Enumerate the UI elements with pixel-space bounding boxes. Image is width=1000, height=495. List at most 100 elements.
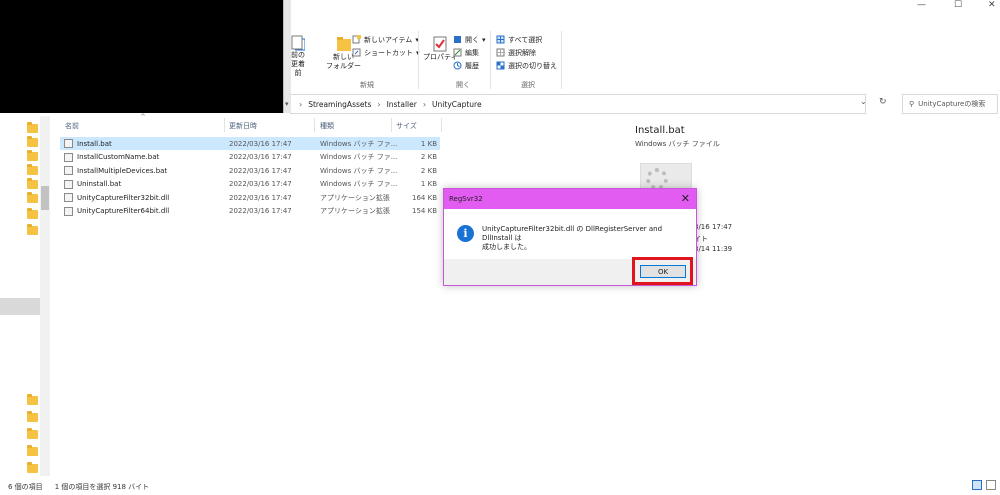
address-bar[interactable]: › StreamingAssets › Installer › UnityCap…	[290, 94, 866, 114]
file-date: 2022/03/16 17:47	[229, 180, 292, 188]
folder-icon[interactable]	[27, 428, 38, 439]
new-items-group: 新しいアイテム▾ ショートカット▾	[352, 33, 420, 59]
overlay-window-border	[283, 0, 291, 113]
breadcrumb-separator: ›	[299, 99, 303, 109]
folder-icon[interactable]	[27, 164, 38, 175]
nav-scrollbar[interactable]	[40, 116, 50, 476]
file-size: 2 KB	[420, 153, 437, 161]
open-group-label: 開く	[456, 81, 470, 89]
folder-icon[interactable]	[27, 192, 38, 203]
open-icon	[454, 36, 461, 43]
nav-scrollbar-thumb[interactable]	[41, 186, 49, 210]
folder-icon[interactable]	[27, 208, 38, 219]
edit-button[interactable]: 編集	[453, 46, 486, 59]
column-divider[interactable]	[314, 118, 315, 132]
preview-detail: 3/14 11:39	[694, 245, 733, 253]
shortcut-button[interactable]: ショートカット▾	[352, 46, 420, 59]
folder-icon[interactable]	[27, 445, 38, 456]
ribbon-divider	[561, 31, 562, 89]
address-dropdown-icon[interactable]: ⌄	[860, 97, 867, 106]
nav-selected-item[interactable]	[0, 298, 40, 315]
select-none-icon	[496, 48, 505, 57]
invert-selection-button[interactable]: 選択の切り替え	[496, 59, 557, 72]
select-none-button[interactable]: 選択解除	[496, 46, 557, 59]
breadcrumb-separator: ›	[422, 99, 427, 109]
new-item-icon	[352, 35, 361, 44]
select-group-label: 選択	[521, 81, 535, 89]
breadcrumb-installer[interactable]: Installer	[387, 100, 417, 109]
file-type: アプリケーション拡張	[320, 207, 390, 215]
folder-icon[interactable]	[27, 150, 38, 161]
search-box[interactable]: ⚲ UnityCaptureの検索	[902, 94, 998, 114]
status-bar: 6 個の項目 1 個の項目を選択 918 バイト	[0, 478, 1000, 495]
file-name: Uninstall.bat	[77, 180, 122, 188]
folder-icon[interactable]	[27, 224, 38, 235]
search-input[interactable]: UnityCaptureの検索	[918, 99, 985, 109]
history-icon	[453, 61, 462, 70]
file-icon	[64, 166, 73, 175]
file-date: 2022/03/16 17:47	[229, 193, 292, 202]
ribbon-divider	[490, 31, 491, 89]
file-row[interactable]: InstallMultipleDevices.bat 2022/03/16 17:…	[60, 164, 440, 177]
file-name: Install.bat	[77, 139, 112, 148]
edit-icon	[453, 48, 462, 57]
dialog-message: UnityCaptureFilter32bit.dll の DllRegiste…	[482, 225, 663, 251]
select-group: すべて選択 選択解除 選択の切り替え	[496, 33, 557, 72]
selection-info: 1 個の項目を選択 918 バイト	[54, 482, 150, 491]
folder-icon[interactable]	[27, 411, 38, 422]
folder-icon[interactable]	[27, 136, 38, 147]
file-type: Windows バッチ ファ...	[320, 153, 398, 161]
invert-selection-icon	[496, 61, 505, 70]
sort-up-icon: ^	[140, 113, 146, 121]
folder-icon[interactable]	[27, 462, 38, 473]
column-header-size[interactable]: サイズ	[396, 121, 417, 131]
ribbon: コ 剣 前の 更着 前 新しい フォルダー 新しいアイテム▾ ショートカット▾ …	[283, 25, 1000, 91]
item-count: 6 個の項目	[8, 482, 43, 491]
dialog-body: i UnityCaptureFilter32bit.dll の DllRegis…	[444, 209, 696, 259]
column-divider[interactable]	[391, 118, 392, 132]
file-size: 1 KB	[420, 139, 437, 148]
column-divider[interactable]	[441, 118, 442, 132]
close-icon[interactable]: ✕	[681, 192, 690, 205]
refresh-icon[interactable]: ↻	[879, 97, 887, 107]
file-size: 164 KB	[412, 193, 437, 202]
open-button[interactable]: 開く ▾	[453, 33, 486, 46]
file-row[interactable]: Uninstall.bat 2022/03/16 17:47 Windows バッチ…	[60, 178, 440, 191]
file-type: Windows バッチ ファ...	[320, 139, 398, 148]
file-row[interactable]: UnityCaptureFilter64bit.dll 2022/03/16 17…	[60, 205, 440, 218]
select-all-button[interactable]: すべて選択	[496, 33, 557, 46]
new-item-button[interactable]: 新しいアイテム▾	[352, 33, 420, 46]
close-window-button[interactable]: ✕	[988, 0, 996, 10]
folder-icon[interactable]	[27, 178, 38, 189]
dialog-title-bar[interactable]: RegSvr32 ✕	[444, 189, 696, 209]
history-button[interactable]: 履歴	[453, 59, 486, 72]
folder-icon[interactable]	[27, 122, 38, 133]
column-divider[interactable]	[224, 118, 225, 132]
file-row[interactable]: InstallCustomName.bat 2022/03/16 17:47 Win…	[60, 151, 440, 164]
file-row[interactable]: Install.bat 2022/03/16 17:47 Windows バッチ フ…	[60, 137, 440, 150]
preview-detail: 3/16 17:47	[694, 223, 733, 231]
breadcrumb-streamingassets[interactable]: StreamingAssets	[308, 100, 371, 109]
select-all-icon	[496, 35, 505, 44]
column-header-date[interactable]: 更新日時	[229, 121, 257, 131]
file-size: 154 KB	[412, 207, 437, 215]
large-icons-view-icon[interactable]	[986, 480, 996, 490]
column-header-type[interactable]: 種類	[320, 121, 334, 131]
minimize-button[interactable]: —	[917, 0, 926, 10]
file-date: 2022/03/16 17:47	[229, 139, 292, 148]
overlay-scroll-arrow-icon[interactable]: ▾	[285, 100, 289, 108]
search-icon: ⚲	[909, 100, 915, 108]
file-icon	[64, 206, 73, 216]
maximize-button[interactable]: ☐	[954, 0, 962, 10]
column-header-name[interactable]: 名前	[65, 121, 79, 131]
breadcrumb-unitycapture[interactable]: UnityCapture	[432, 100, 482, 109]
folder-icon[interactable]	[27, 394, 38, 405]
file-row[interactable]: UnityCaptureFilter32bit.dll 2022/03/16 17…	[60, 191, 440, 204]
chevron-down-icon: ▾	[482, 35, 486, 44]
details-view-icon[interactable]	[972, 480, 982, 490]
copy-to-icon	[291, 35, 305, 51]
black-overlay-window	[0, 0, 283, 113]
file-size: 1 KB	[420, 180, 437, 188]
file-date: 2022/03/16 17:47	[229, 153, 292, 161]
copy-to-button[interactable]: 前の 更着 前	[291, 35, 305, 78]
